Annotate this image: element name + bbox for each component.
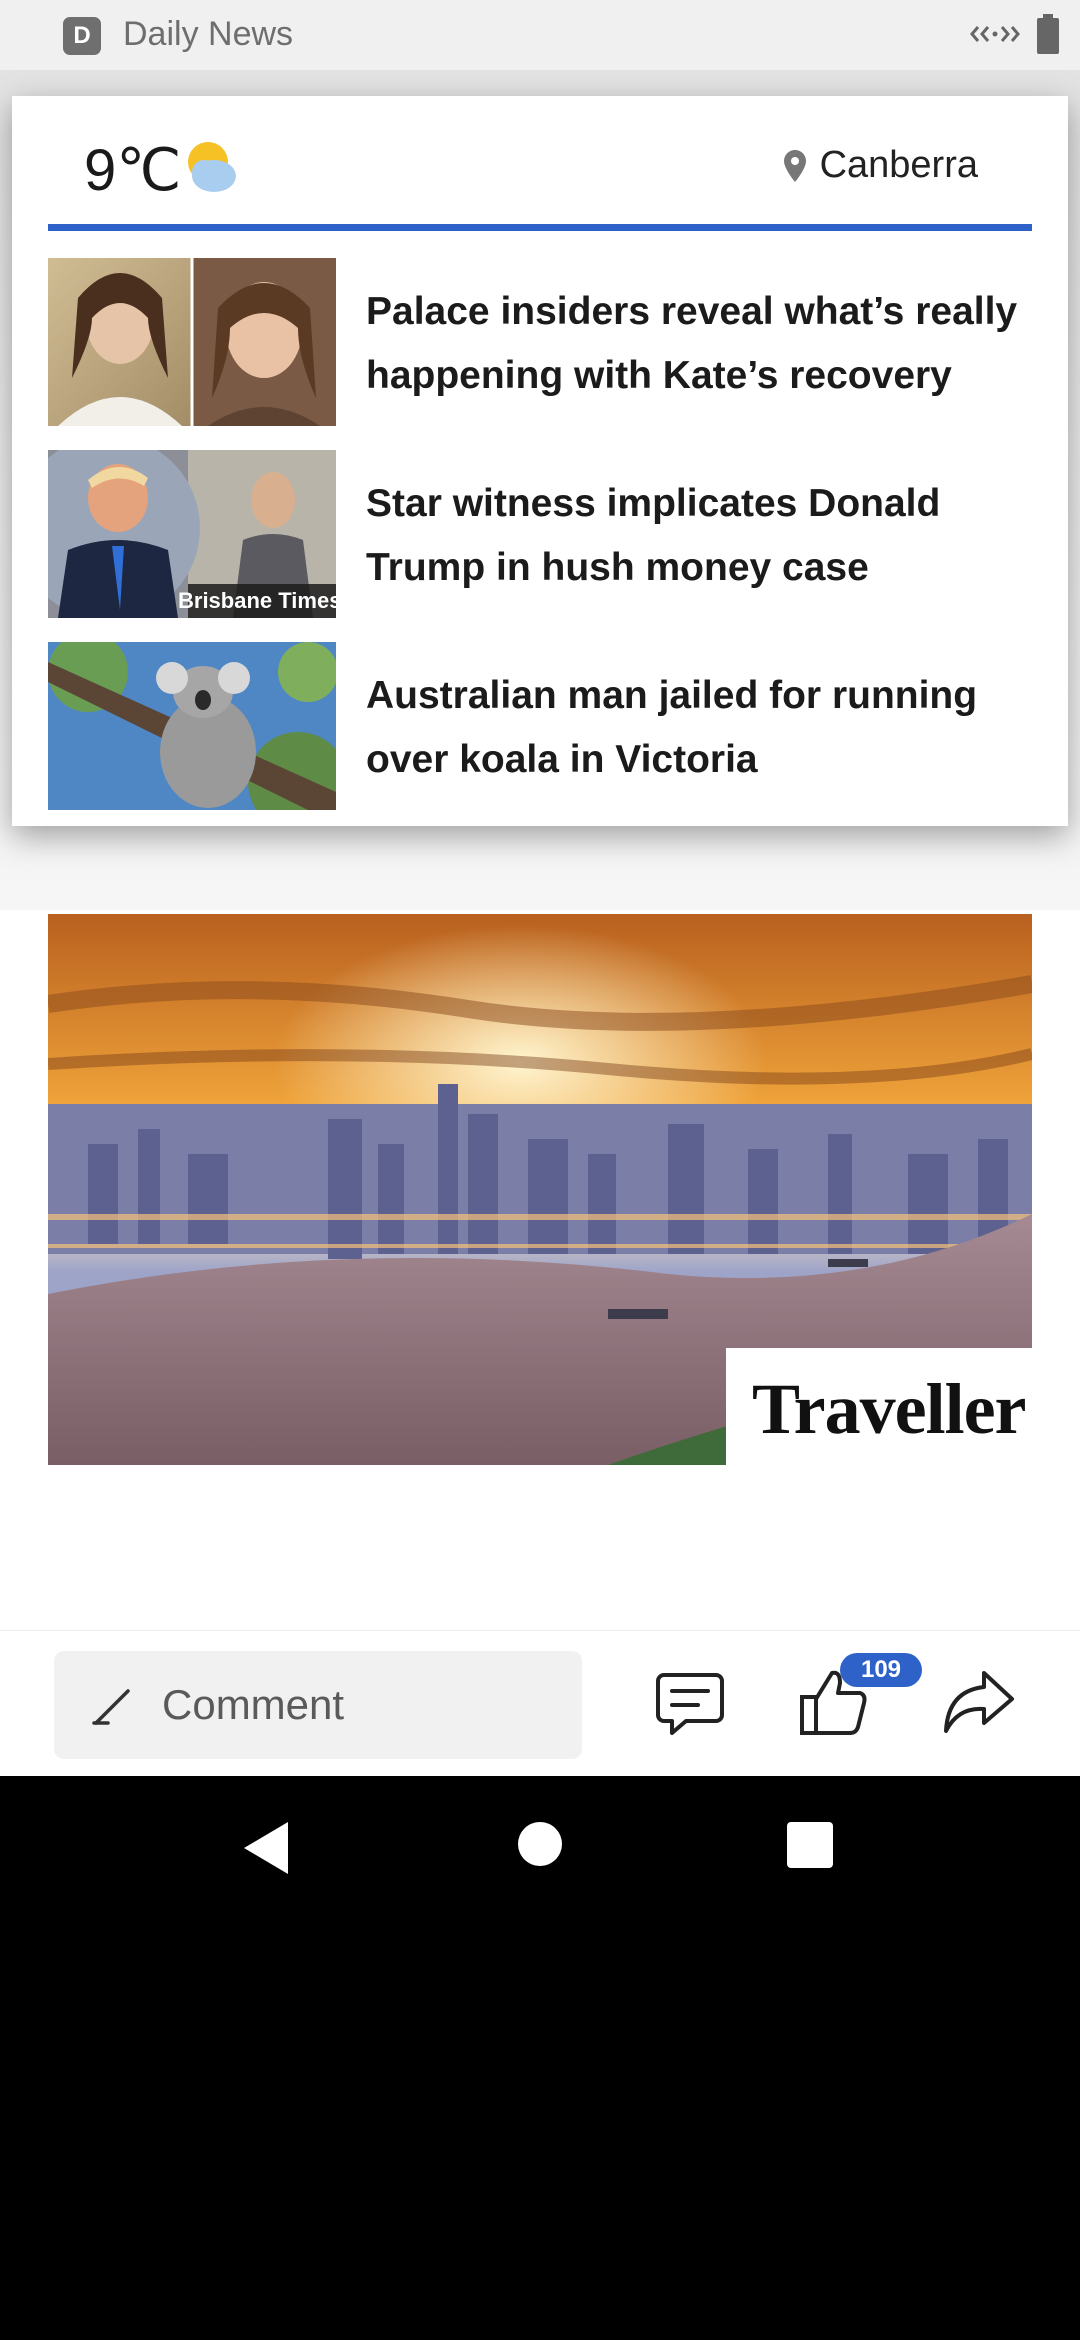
comment-placeholder: Comment (162, 1681, 345, 1728)
news-item[interactable]: Palace insiders reveal what’s really hap… (48, 258, 1048, 426)
battery-icon (1037, 14, 1059, 54)
article-hero-image[interactable]: Traveller (48, 914, 1032, 1465)
screen: D Daily News 9℃ Canberra Palace insiders… (0, 0, 1080, 1776)
news-headline: Star witness implicates Donald Trump in … (366, 482, 941, 589)
recents-icon[interactable] (787, 1822, 833, 1868)
partly-cloudy-icon (188, 142, 236, 192)
temperature: 9℃ (84, 138, 182, 203)
news-item[interactable]: Brisbane Times Star witness implicates D… (48, 450, 1048, 618)
share-icon[interactable] (938, 1661, 1018, 1741)
brand-watermark: Traveller (726, 1348, 1032, 1465)
comment-input[interactable]: Comment (54, 1651, 582, 1759)
status-icons (970, 14, 1060, 54)
location-name: Canberra (819, 144, 978, 186)
pencil-icon (92, 1689, 130, 1725)
news-thumbnail (48, 642, 336, 810)
news-widget-card[interactable]: 9℃ Canberra Palace insiders reveal what’… (12, 96, 1068, 826)
news-headline: Palace insiders reveal what’s really hap… (366, 290, 1018, 397)
like-count-badge: 109 (840, 1653, 922, 1687)
app-top-bar: D Daily News (0, 0, 1080, 70)
article-action-bar: Comment 109 (0, 1630, 1080, 1776)
news-item[interactable]: Australian man jailed for running over k… (48, 642, 1048, 810)
news-thumbnail: Brisbane Times (48, 450, 336, 618)
app-title: Daily News (123, 15, 294, 53)
news-headline: Australian man jailed for running over k… (366, 674, 978, 781)
app-logo: D (63, 17, 101, 55)
accent-divider (48, 224, 1032, 231)
location[interactable]: Canberra (783, 144, 978, 187)
home-icon[interactable] (518, 1822, 562, 1866)
system-nav-bar (0, 1776, 1080, 1920)
brand-logo-text: Traveller (752, 1369, 1027, 1449)
comments-icon[interactable] (650, 1661, 730, 1741)
thumbnail-caption: Brisbane Times (178, 588, 336, 613)
vibrate-icon (970, 26, 1020, 42)
back-icon[interactable] (240, 1820, 292, 1876)
location-pin-icon (783, 149, 806, 182)
news-thumbnail (48, 258, 336, 426)
